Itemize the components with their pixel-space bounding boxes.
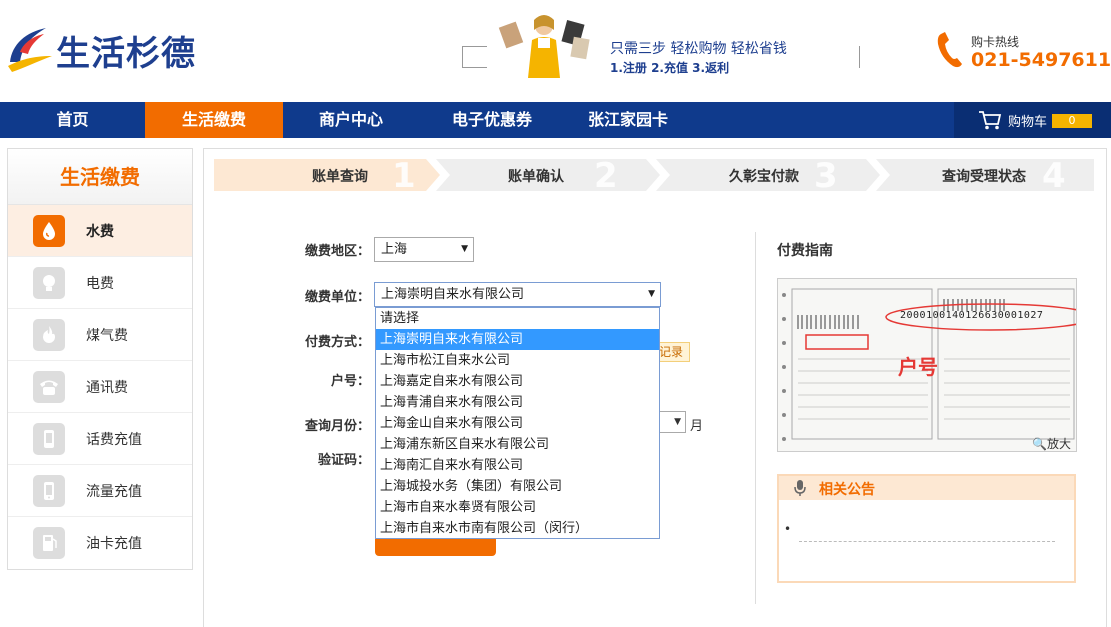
dropdown-option[interactable]: 上海市自来水奉贤有限公司: [376, 497, 659, 518]
logo-text: 生活杉德: [56, 34, 196, 74]
unit-dropdown-list: 请选择 上海崇明自来水有限公司 上海市松江自来水公司 上海嘉定自来水有限公司 上…: [375, 307, 660, 539]
sidebar-item-data-topup[interactable]: 流量充值: [8, 465, 192, 517]
column-divider: [755, 232, 756, 604]
dropdown-option[interactable]: 上海南汇自来水有限公司: [376, 455, 659, 476]
phone-handset-icon: [937, 32, 962, 68]
flame-icon: [33, 319, 65, 351]
fuel-card-icon: [33, 527, 65, 559]
zoom-button[interactable]: 🔍放大: [1032, 435, 1071, 452]
step-number: 1: [392, 156, 416, 196]
microphone-icon: [794, 480, 806, 496]
chevron-down-icon: ▼: [648, 289, 655, 299]
cart-button[interactable]: 购物车 0: [954, 102, 1111, 138]
dropdown-option[interactable]: 上海市自来水市南有限公司（闵行）: [376, 518, 659, 539]
shopping-woman-icon: [498, 15, 590, 78]
nav-item-merchant-center[interactable]: 商户中心: [283, 102, 419, 138]
guide-title: 付费指南: [777, 243, 833, 259]
region-label: 缴费地区：: [304, 244, 370, 259]
query-submit-button[interactable]: [375, 539, 496, 556]
cart-label: 购物车: [1008, 115, 1048, 130]
zoom-label: 放大: [1046, 437, 1071, 451]
unit-select[interactable]: 上海崇明自来水有限公司 ▼: [374, 282, 661, 307]
region-select[interactable]: 上海 ▼: [374, 237, 474, 262]
cart-count-badge: 0: [1052, 114, 1092, 128]
bill-sample-image[interactable]: 2000100140126630001027 户号: [777, 278, 1077, 452]
step-number: 2: [594, 156, 618, 196]
unit-label: 缴费单位：: [304, 290, 370, 305]
bill-account-mark: 户号: [898, 355, 938, 379]
sidebar-item-gas[interactable]: 煤气费: [8, 309, 192, 361]
chevron-down-icon: ▼: [461, 244, 468, 254]
sidebar-item-telecom[interactable]: 通讯费: [8, 361, 192, 413]
payment-method-label: 付费方式：: [304, 335, 370, 350]
month-label: 查询月份：: [304, 419, 370, 434]
history-record-link[interactable]: 记录: [656, 342, 690, 362]
sidebar-item-label: 话费充值: [86, 432, 142, 448]
month-select[interactable]: ▼: [660, 411, 686, 433]
telephone-icon: [33, 371, 65, 403]
dropdown-option[interactable]: 请选择: [376, 308, 659, 329]
sidebar-item-label: 流量充值: [86, 484, 142, 500]
sidebar-item-label: 通讯费: [86, 380, 128, 396]
nav-item-life-payment[interactable]: 生活缴费: [145, 102, 283, 138]
main-nav: 首页 生活缴费 商户中心 电子优惠券 张江家园卡 购物车 0: [0, 102, 1111, 138]
chevron-down-icon: ▼: [674, 417, 681, 427]
sidebar-item-mobile-topup[interactable]: 话费充值: [8, 413, 192, 465]
sidebar: 生活缴费 水费 电费 煤气费 通讯费 话费充值 流量充值 油卡充值: [7, 148, 193, 570]
captcha-label: 验证码：: [317, 453, 370, 468]
logo-swoosh-icon: [8, 28, 52, 72]
step-query-status: 查询受理状态 4: [876, 156, 1094, 196]
notice-panel: 相关公告 •: [777, 474, 1076, 583]
promo-steps: 1.注册 2.充值 3.返利: [610, 61, 730, 75]
sidebar-item-water[interactable]: 水费: [8, 205, 192, 257]
promo-slogan: 只需三步 轻松购物 轻松省钱: [610, 41, 787, 57]
sidebar-item-label: 煤气费: [86, 328, 128, 344]
dropdown-option[interactable]: 上海城投水务（集团）有限公司: [376, 476, 659, 497]
step-number: 4: [1042, 156, 1066, 196]
dropdown-option-selected[interactable]: 上海崇明自来水有限公司: [376, 329, 659, 350]
dropdown-option[interactable]: 上海浦东新区自来水有限公司: [376, 434, 659, 455]
month-unit: 月: [690, 419, 704, 434]
progress-steps: 账单查询 1 账单确认 2 久彰宝付款 3 查询受理状态 4: [214, 156, 1094, 196]
nav-item-home[interactable]: 首页: [0, 102, 145, 138]
nav-item-e-coupons[interactable]: 电子优惠券: [419, 102, 565, 138]
shopping-cart-icon: [979, 111, 1002, 130]
dropdown-option[interactable]: 上海金山自来水有限公司: [376, 413, 659, 434]
step-bill-confirm: 账单确认 2: [436, 156, 656, 196]
nav-item-zhangjiang-card[interactable]: 张江家园卡: [565, 102, 691, 138]
account-label: 户号：: [330, 374, 370, 389]
magnifier-icon: 🔍: [1032, 437, 1047, 451]
bulb-icon: [33, 267, 65, 299]
dropdown-option[interactable]: 上海市松江自来水公司: [376, 350, 659, 371]
step-bill-query: 账单查询 1: [214, 156, 436, 196]
hotline-label: 购卡热线: [971, 35, 1020, 49]
step-number: 3: [814, 156, 838, 196]
sidebar-item-label: 电费: [86, 276, 114, 292]
site-logo[interactable]: 生活杉德: [6, 22, 195, 74]
bill-barcode-number: 2000100140126630001027: [900, 310, 1044, 321]
notice-title: 相关公告: [819, 482, 875, 498]
sidebar-item-label: 油卡充值: [86, 536, 142, 552]
water-drop-icon: [33, 215, 65, 247]
hotline-number: 021-54976116: [971, 49, 1111, 71]
sidebar-item-electricity[interactable]: 电费: [8, 257, 192, 309]
notice-divider: [799, 541, 1055, 542]
mobile-phone-icon: [33, 423, 65, 455]
unit-value: 上海崇明自来水有限公司: [381, 287, 525, 302]
notice-header: 相关公告: [779, 476, 1074, 500]
sidebar-title: 生活缴费: [8, 149, 192, 205]
sidebar-item-fuel-card[interactable]: 油卡充值: [8, 517, 192, 569]
step-payment: 久彰宝付款 3: [656, 156, 876, 196]
dropdown-option[interactable]: 上海嘉定自来水有限公司: [376, 371, 659, 392]
sidebar-item-label: 水费: [86, 224, 114, 240]
region-value: 上海: [381, 242, 408, 257]
notice-list-item[interactable]: •: [784, 522, 791, 536]
mobile-data-icon: [33, 475, 65, 507]
dropdown-option[interactable]: 上海青浦自来水有限公司: [376, 392, 659, 413]
